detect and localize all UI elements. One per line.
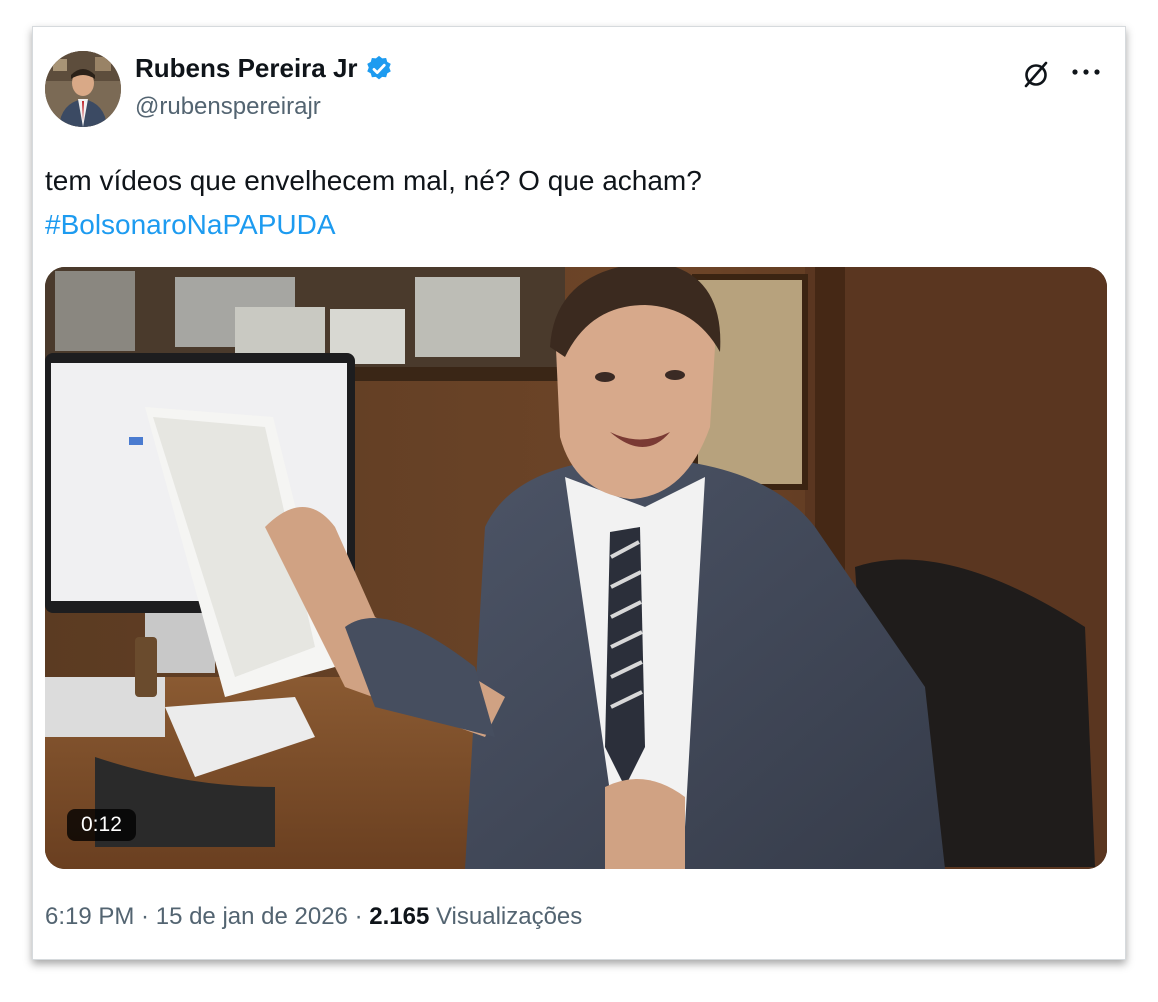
meta-separator: · — [134, 903, 156, 930]
video-player[interactable]: 0:12 — [45, 267, 1107, 869]
verified-badge-icon — [366, 55, 391, 79]
avatar[interactable] — [45, 51, 121, 127]
tweet-body: tem vídeos que envelhecem mal, né? O que… — [45, 165, 702, 196]
grok-icon[interactable] — [1021, 59, 1051, 89]
views-label: Visualizações — [435, 903, 583, 930]
author-handle[interactable]: @rubenspereirajr — [135, 93, 321, 121]
video-thumbnail — [45, 267, 1107, 869]
video-duration-badge: 0:12 — [67, 809, 136, 841]
more-icon[interactable] — [1069, 57, 1103, 87]
tweet-card: Rubens Pereira Jr @rubenspereirajr tem v… — [32, 26, 1126, 960]
avatar-image — [45, 51, 121, 127]
hashtag-link[interactable]: #BolsonaroNaPAPUDA — [45, 203, 702, 247]
meta-separator: · — [347, 903, 370, 930]
author-name[interactable]: Rubens Pereira Jr — [135, 53, 358, 84]
tweet-date[interactable]: 15 de jan de 2026 — [156, 903, 348, 930]
views-count: 2.165 — [369, 903, 430, 930]
author-row: Rubens Pereira Jr — [135, 53, 394, 84]
tweet-time[interactable]: 6:19 PM — [45, 903, 134, 930]
tweet-text: tem vídeos que envelhecem mal, né? O que… — [45, 159, 702, 247]
tweet-meta: 6:19 PM · 15 de jan de 2026 · 2.165 Visu… — [45, 903, 582, 931]
